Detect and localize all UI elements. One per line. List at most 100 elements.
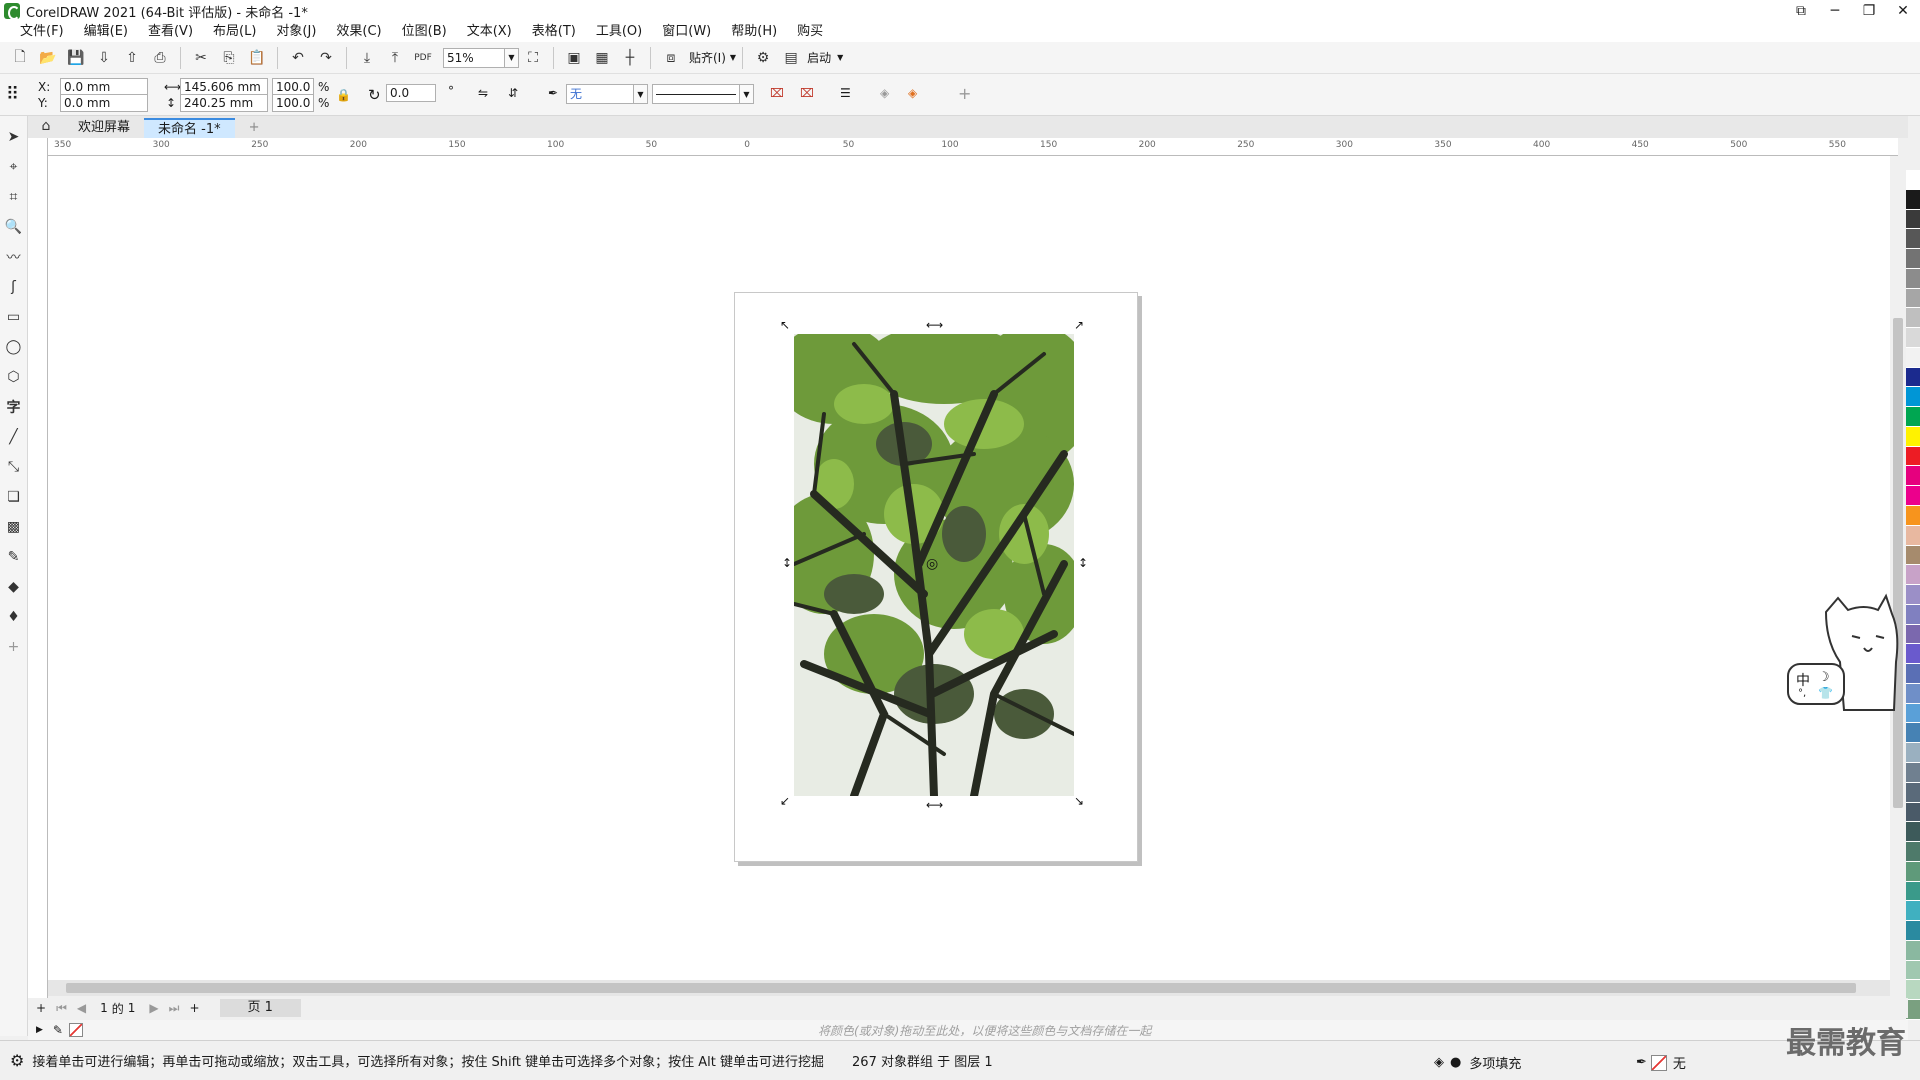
add-page-after-icon[interactable]: + [189, 1001, 199, 1015]
color-swatch[interactable] [1906, 249, 1920, 269]
mirror-horizontal-icon[interactable]: ⇋ [478, 86, 488, 100]
menu-view[interactable]: 查看(V) [138, 22, 203, 42]
pick-tool-icon[interactable]: ➤ [2, 125, 26, 149]
menu-help[interactable]: 帮助(H) [721, 22, 787, 42]
rotate-handle-bottom-left-icon[interactable]: ↙ [780, 794, 790, 808]
status-settings-gear-icon[interactable]: ⚙ [10, 1051, 24, 1070]
menu-object[interactable]: 对象(J) [266, 22, 326, 42]
restore-layout-icon[interactable]: ⧉ [1784, 0, 1818, 22]
color-swatch[interactable] [1906, 960, 1920, 981]
vertical-ruler[interactable] [28, 138, 48, 1000]
color-swatch[interactable] [1906, 308, 1920, 329]
ungroup-icon[interactable]: ⌧ [770, 86, 784, 100]
cloud-upload-icon[interactable]: ⇧ [120, 46, 144, 70]
skew-handle-left-icon[interactable]: ↕ [782, 556, 792, 570]
color-swatch[interactable] [1906, 921, 1920, 941]
rotation-center-icon[interactable]: ◎ [926, 556, 938, 572]
copy-icon[interactable]: ⎘ [217, 46, 241, 70]
color-swatch[interactable] [1906, 842, 1920, 862]
menu-buy[interactable]: 购买 [787, 22, 833, 42]
color-swatch[interactable] [1906, 664, 1920, 684]
launch-menu[interactable]: 启动 [807, 49, 831, 66]
color-swatch[interactable] [1906, 426, 1920, 447]
paste-icon[interactable]: 📋 [245, 46, 269, 70]
color-swatch[interactable] [1906, 881, 1920, 902]
expand-icon[interactable]: ▶ [36, 1025, 43, 1035]
settings-gear-icon[interactable]: ⚙ [751, 46, 775, 70]
menu-edit[interactable]: 编辑(E) [74, 22, 138, 42]
color-swatch[interactable] [1906, 782, 1920, 803]
color-swatch[interactable] [1906, 861, 1920, 882]
menu-file[interactable]: 文件(F) [10, 22, 74, 42]
skew-handle-bottom-icon[interactable]: ⟷ [926, 798, 943, 812]
crop-tool-icon[interactable]: ⌗ [2, 185, 26, 209]
current-page[interactable]: 1 [100, 1001, 108, 1015]
object-origin-icon[interactable]: ⠿ [6, 84, 19, 105]
grid-icon[interactable]: ▦ [590, 46, 614, 70]
first-page-icon[interactable]: ⏮ [56, 1001, 67, 1016]
horizontal-scroll-thumb[interactable] [66, 983, 1856, 993]
shape-tool-icon[interactable]: ⌖ [2, 155, 26, 179]
eyedropper-icon[interactable]: ✎ [2, 545, 26, 569]
menu-table[interactable]: 表格(T) [522, 22, 586, 42]
fill-status[interactable]: ◈ ● 多项填充 [1434, 1053, 1521, 1072]
cut-icon[interactable]: ✂ [189, 46, 213, 70]
tab-welcome-screen[interactable]: 欢迎屏幕 [64, 118, 144, 138]
print-icon[interactable]: ⎙ [148, 46, 172, 70]
color-swatch[interactable] [1906, 762, 1920, 783]
color-swatch[interactable] [1906, 980, 1920, 1001]
next-page-icon[interactable]: ▶ [149, 1001, 158, 1015]
to-front-icon[interactable]: ◈ [880, 86, 889, 100]
color-swatch[interactable] [1906, 170, 1920, 190]
color-swatch[interactable] [1906, 209, 1920, 230]
close-button[interactable]: ✕ [1886, 0, 1920, 22]
new-document-icon[interactable]: 🗋 [8, 46, 32, 70]
export-icon[interactable]: ⤒ [383, 46, 407, 70]
chevron-down-icon[interactable]: ▼ [505, 47, 519, 68]
home-icon[interactable]: ⌂ [34, 114, 58, 138]
color-swatch[interactable] [1906, 407, 1920, 427]
guidelines-icon[interactable]: ┼ [618, 46, 642, 70]
text-wrap-icon[interactable]: ☰ [840, 86, 851, 100]
previous-page-icon[interactable]: ◀ [77, 1001, 86, 1015]
connector-tool-icon[interactable]: ⤡ [2, 455, 26, 479]
color-swatch[interactable] [1906, 940, 1920, 961]
color-swatch[interactable] [1906, 446, 1920, 467]
chevron-down-icon[interactable]: ▼ [837, 53, 843, 62]
chevron-down-icon[interactable]: ▼ [730, 53, 736, 62]
ime-cat-mascot[interactable]: 中 ☽ °, 👕 [1786, 592, 1902, 722]
color-swatch[interactable] [1906, 604, 1920, 625]
full-screen-icon[interactable]: ▣ [562, 46, 586, 70]
color-swatch[interactable] [1906, 486, 1920, 507]
undo-icon[interactable]: ↶ [286, 46, 310, 70]
fill-dropdown[interactable]: 无 [566, 84, 634, 104]
color-swatch[interactable] [1906, 229, 1920, 250]
save-icon[interactable]: 💾 [64, 46, 88, 70]
polygon-tool-icon[interactable]: ⬡ [2, 365, 26, 389]
dimension-tool-icon[interactable]: ╱ [2, 425, 26, 449]
color-swatch[interactable] [1906, 347, 1920, 368]
menu-effects[interactable]: 效果(C) [326, 22, 391, 42]
color-swatch[interactable] [1906, 466, 1920, 487]
color-swatch[interactable] [1906, 565, 1920, 586]
color-swatch[interactable] [1906, 506, 1920, 526]
color-swatch[interactable] [1906, 268, 1920, 289]
menu-layout[interactable]: 布局(L) [203, 22, 266, 42]
color-swatch[interactable] [1906, 644, 1920, 665]
skew-handle-right-icon[interactable]: ↕ [1078, 556, 1088, 570]
chevron-down-icon[interactable]: ▼ [740, 84, 754, 104]
color-swatch[interactable] [1906, 822, 1920, 843]
snap-to-menu[interactable]: 贴齐(I) [689, 49, 726, 66]
zoom-to-page-icon[interactable]: ⛶ [521, 46, 545, 70]
text-tool-icon[interactable]: 字 [2, 395, 26, 419]
color-swatch[interactable] [1906, 288, 1920, 309]
add-tool-icon[interactable]: + [2, 635, 26, 659]
layers-icon[interactable]: ◈ [908, 86, 917, 100]
open-icon[interactable]: 📂 [36, 46, 60, 70]
outline-status[interactable]: ✒ 无 [1636, 1053, 1686, 1072]
smart-fill-icon[interactable]: ♦ [2, 605, 26, 629]
ungroup-all-icon[interactable]: ⌧ [800, 86, 814, 100]
color-swatch[interactable] [1906, 802, 1920, 823]
color-swatch[interactable] [1906, 328, 1920, 348]
artistic-media-icon[interactable]: ʃ [2, 275, 26, 299]
